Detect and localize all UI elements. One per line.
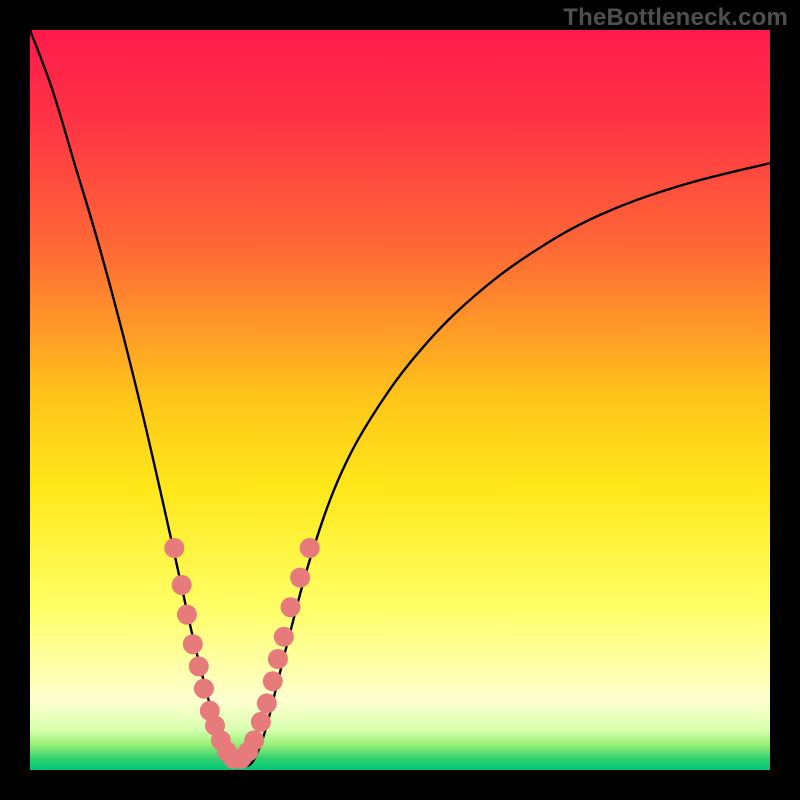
highlight-point bbox=[183, 634, 203, 654]
highlight-point bbox=[263, 671, 283, 691]
watermark-label: TheBottleneck.com bbox=[563, 4, 788, 32]
highlight-point bbox=[251, 712, 271, 732]
highlight-point bbox=[274, 627, 294, 647]
highlight-point bbox=[244, 730, 264, 750]
chart-frame: TheBottleneck.com bbox=[0, 0, 800, 800]
highlight-point bbox=[290, 568, 310, 588]
highlight-point bbox=[172, 575, 192, 595]
highlight-point bbox=[280, 597, 300, 617]
gradient-background bbox=[30, 30, 770, 770]
highlight-point bbox=[268, 649, 288, 669]
highlight-point bbox=[257, 693, 277, 713]
highlight-point bbox=[164, 538, 184, 558]
highlight-point bbox=[194, 679, 214, 699]
plot-area bbox=[30, 30, 770, 770]
highlight-point bbox=[189, 656, 209, 676]
chart-svg bbox=[30, 30, 770, 770]
highlight-point bbox=[177, 605, 197, 625]
highlight-point bbox=[300, 538, 320, 558]
